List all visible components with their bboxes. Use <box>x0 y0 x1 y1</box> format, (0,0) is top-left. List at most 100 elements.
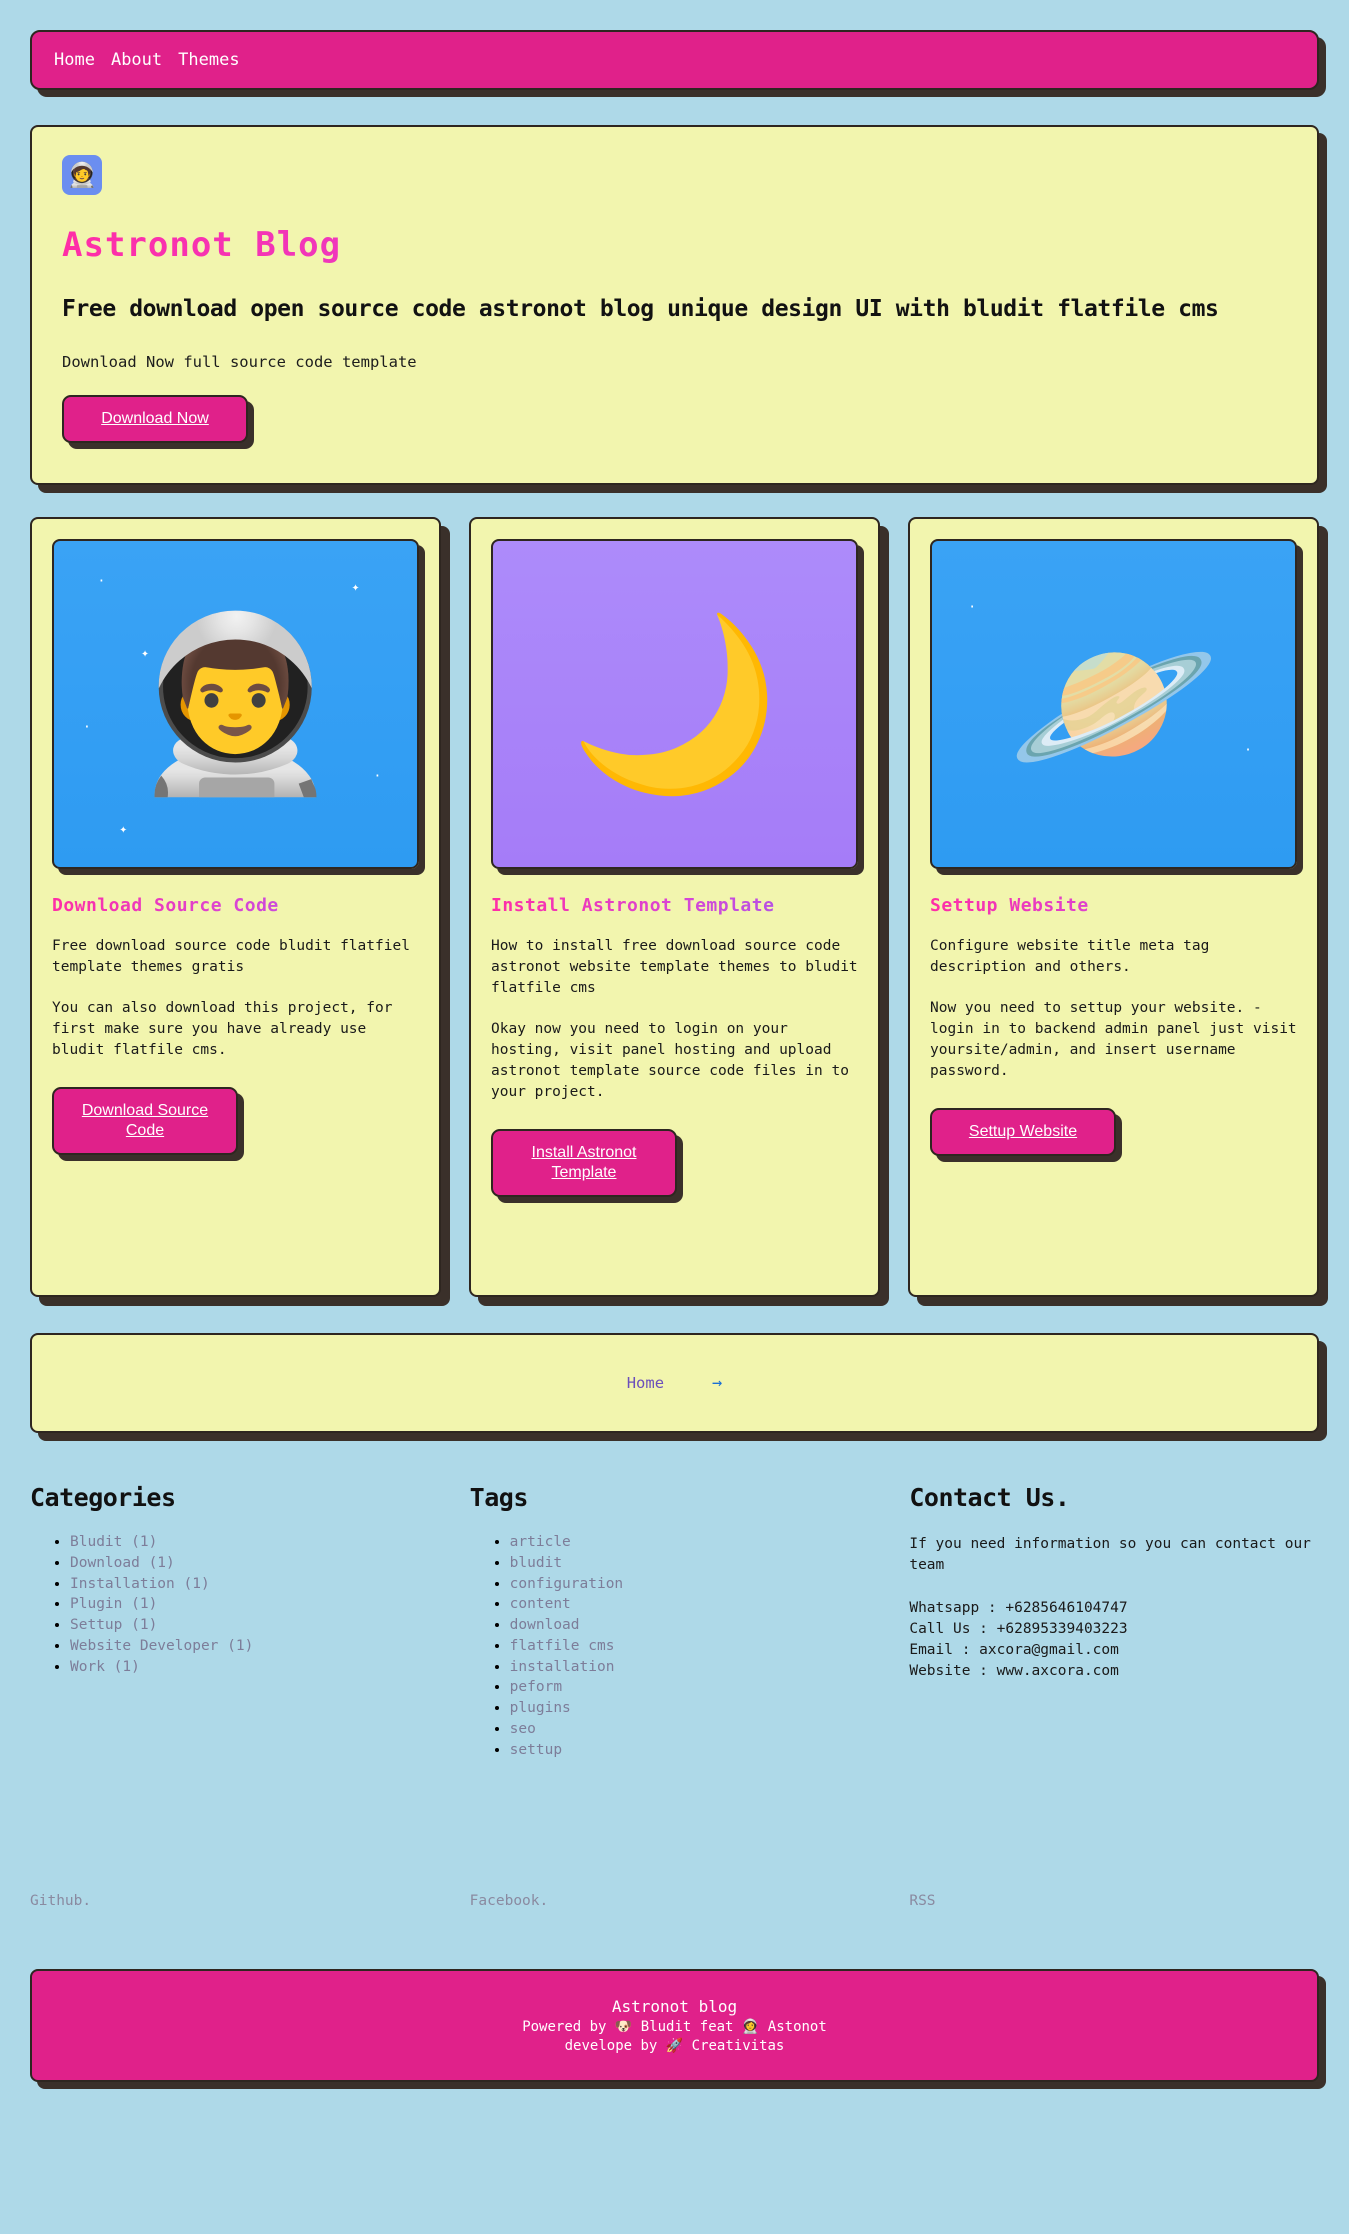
pagination-container: Home → <box>0 1297 1349 1434</box>
list-item: article <box>510 1532 880 1553</box>
category-link[interactable]: Installation (1) <box>70 1576 210 1592</box>
facebook-link[interactable]: Facebook. <box>470 1893 549 1909</box>
astronaut-planet-icon[interactable]: · · 🪐 <box>930 539 1297 870</box>
category-link[interactable]: Website Developer (1) <box>70 1638 253 1654</box>
download-source-code-button[interactable]: Download Source Code <box>52 1087 238 1156</box>
nav-item-home[interactable]: Home <box>54 50 95 70</box>
list-item: Settup (1) <box>70 1615 440 1636</box>
hero-panel: 🧑‍🚀 Astronot Blog Free download open sou… <box>30 125 1319 486</box>
tag-link[interactable]: seo <box>510 1721 536 1737</box>
card-title: Settup Website <box>930 895 1297 916</box>
tag-link[interactable]: configuration <box>510 1576 624 1592</box>
contact-whatsapp: Whatsapp : +6285646104747 <box>909 1600 1128 1617</box>
main-navigation: Home About Themes <box>30 30 1319 90</box>
category-link[interactable]: Bludit (1) <box>70 1534 157 1550</box>
categories-column: Categories Bludit (1) Download (1) Insta… <box>30 1483 440 1760</box>
settup-website-button[interactable]: Settup Website <box>930 1108 1116 1157</box>
categories-heading: Categories <box>30 1483 176 1513</box>
tag-link[interactable]: article <box>510 1534 571 1550</box>
dog-icon: 🐶 <box>614 2019 633 2036</box>
category-link[interactable]: Download (1) <box>70 1555 175 1571</box>
card-image-glyph: 👨‍🚀 <box>129 605 342 804</box>
tag-link[interactable]: peform <box>510 1679 562 1695</box>
download-now-button[interactable]: Download Now <box>62 395 248 444</box>
tags-column: Tags article bludit configuration conten… <box>470 1483 880 1760</box>
tag-link[interactable]: plugins <box>510 1700 571 1716</box>
tag-link[interactable]: installation <box>510 1659 615 1675</box>
card-paragraph: Configure website title meta tag descrip… <box>930 938 1210 976</box>
card-paragraph: Okay now you need to login on your hosti… <box>491 1021 849 1101</box>
astronaut-moon-skate-icon[interactable]: 🌙 <box>491 539 858 870</box>
astronaut-floating-icon[interactable]: · ✦ ✦ · ✦ · 👨‍🚀 <box>52 539 419 870</box>
github-link[interactable]: Github. <box>30 1893 91 1909</box>
contact-heading: Contact Us. <box>909 1483 1070 1513</box>
nav-item-themes[interactable]: Themes <box>178 50 239 70</box>
page-root: Home About Themes 🧑‍🚀 Astronot Blog Free… <box>0 0 1349 2122</box>
tag-link[interactable]: bludit <box>510 1555 562 1571</box>
list-item: Download (1) <box>70 1553 440 1574</box>
navbar-container: Home About Themes <box>0 0 1349 90</box>
astronaut-icon: 👩‍🚀 <box>741 2019 760 2036</box>
card-paragraph: How to install free download source code… <box>491 938 858 997</box>
pagination: Home → <box>30 1333 1319 1434</box>
hero-description: Download Now full source code template <box>62 353 417 372</box>
pagination-next-arrow-icon[interactable]: → <box>712 1373 722 1393</box>
tag-link[interactable]: content <box>510 1596 571 1612</box>
list-item: settup <box>510 1740 880 1761</box>
card-title: Install Astronot Template <box>491 895 858 916</box>
categories-list: Bludit (1) Download (1) Installation (1)… <box>30 1532 440 1677</box>
social-links-row: Github. Facebook. RSS <box>0 1760 1349 1909</box>
card-image-glyph: 🪐 <box>1007 605 1220 804</box>
list-item: Plugin (1) <box>70 1594 440 1615</box>
list-item: bludit <box>510 1553 880 1574</box>
tags-list: article bludit configuration content dow… <box>470 1532 880 1760</box>
page-title: Astronot Blog <box>62 225 1287 265</box>
card-paragraph: Now you need to settup your website. - l… <box>930 1000 1297 1080</box>
list-item: Installation (1) <box>70 1574 440 1595</box>
nav-item-about[interactable]: About <box>111 50 162 70</box>
category-link[interactable]: Plugin (1) <box>70 1596 157 1612</box>
social-rss-cell: RSS <box>909 1890 1319 1909</box>
list-item: seo <box>510 1719 880 1740</box>
astronaut-glyph: 🧑‍🚀 <box>67 161 97 189</box>
list-item: Work (1) <box>70 1657 440 1678</box>
contact-column: Contact Us. If you need information so y… <box>909 1483 1319 1760</box>
post-card: · · 🪐 Settup Website Configure website t… <box>908 517 1319 1298</box>
tag-link[interactable]: settup <box>510 1742 562 1758</box>
footer-powered-mid: Bludit feat <box>632 2019 742 2036</box>
rocket-icon: 🚀 <box>665 2038 684 2055</box>
tags-heading: Tags <box>469 1483 529 1513</box>
social-github-cell: Github. <box>30 1890 440 1909</box>
list-item: flatfile cms <box>510 1636 880 1657</box>
list-item: Bludit (1) <box>70 1532 440 1553</box>
list-item: installation <box>510 1657 880 1678</box>
install-astronot-template-button[interactable]: Install Astronot Template <box>491 1129 677 1198</box>
tag-link[interactable]: download <box>510 1617 580 1633</box>
list-item: plugins <box>510 1698 880 1719</box>
bottom-bar-container: Astronot blog Powered by 🐶 Bludit feat 👩… <box>0 1909 1349 2122</box>
contact-phone: Call Us : +62895339403223 <box>909 1621 1128 1638</box>
tag-link[interactable]: flatfile cms <box>510 1638 615 1654</box>
post-card-grid: · ✦ ✦ · ✦ · 👨‍🚀 Download Source Code Fre… <box>0 485 1349 1298</box>
contact-intro: If you need information so you can conta… <box>909 1536 1311 1574</box>
footer-powered-line: Powered by 🐶 Bludit feat 👩‍🚀 Astonot <box>52 2019 1297 2035</box>
list-item: configuration <box>510 1574 880 1595</box>
list-item: peform <box>510 1677 880 1698</box>
hero-subtitle: Free download open source code astronot … <box>62 296 1219 322</box>
social-facebook-cell: Facebook. <box>470 1890 880 1909</box>
card-title: Download Source Code <box>52 895 419 916</box>
footer-powered-prefix: Powered by <box>522 2019 615 2036</box>
category-link[interactable]: Settup (1) <box>70 1617 157 1633</box>
rss-link[interactable]: RSS <box>909 1893 935 1909</box>
astronaut-icon: 🧑‍🚀 <box>62 155 102 195</box>
site-footer: Astronot blog Powered by 🐶 Bludit feat 👩… <box>30 1969 1319 2083</box>
card-image-glyph: 🌙 <box>568 605 781 804</box>
post-card: 🌙 Install Astronot Template How to insta… <box>469 517 880 1298</box>
category-link[interactable]: Work (1) <box>70 1659 140 1675</box>
footer-columns: Categories Bludit (1) Download (1) Insta… <box>0 1433 1349 1760</box>
footer-powered-suffix: Astonot <box>759 2019 827 2036</box>
footer-develop-suffix: Creativitas <box>683 2038 785 2055</box>
pagination-home-link[interactable]: Home <box>627 1374 664 1392</box>
hero-container: 🧑‍🚀 Astronot Blog Free download open sou… <box>0 90 1349 486</box>
card-paragraph: Free download source code bludit flatfie… <box>52 938 410 976</box>
